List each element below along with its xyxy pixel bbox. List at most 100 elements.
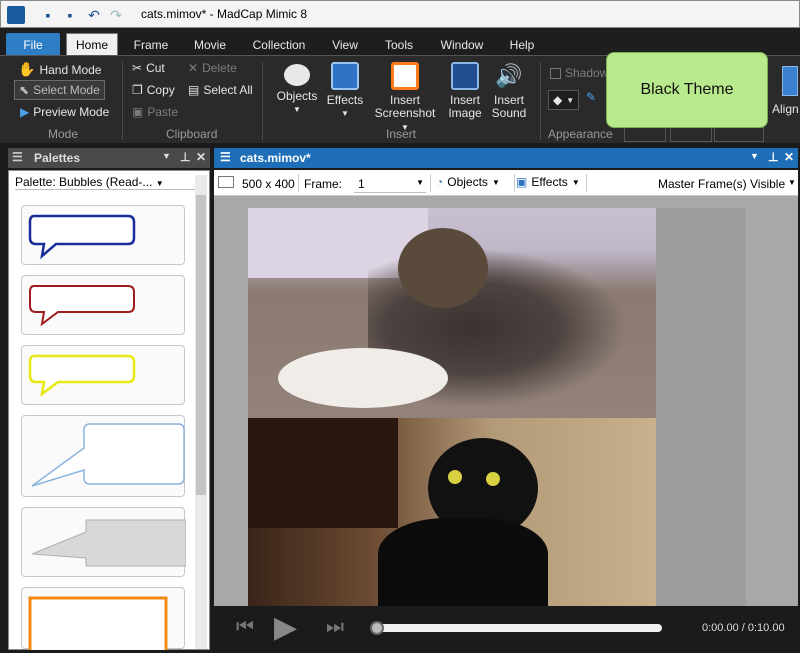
title-bar: ▪ ▪ ↶ ↷ cats.mimov* - MadCap Mimic 8 bbox=[0, 0, 800, 28]
palette-item[interactable] bbox=[21, 205, 185, 265]
black-cat-body bbox=[378, 518, 548, 608]
frame-size[interactable]: 500 x 400 bbox=[242, 177, 295, 191]
cat-belly bbox=[278, 348, 448, 408]
paste-icon: ▣ bbox=[132, 105, 144, 119]
pin-icon[interactable]: ⊥ bbox=[768, 150, 778, 164]
separator bbox=[122, 62, 123, 140]
insert-sound-button[interactable]: 🔊 Insert Sound bbox=[488, 62, 530, 120]
insert-image-button[interactable]: Insert Image bbox=[444, 62, 486, 120]
pin-icon[interactable]: ⊥ bbox=[180, 150, 190, 164]
insert-screenshot-button[interactable]: Insert Screenshot ▼ bbox=[370, 62, 440, 134]
tab-movie[interactable]: Movie bbox=[184, 33, 236, 56]
pen-icon: ✎ bbox=[586, 90, 597, 104]
document-toolbar: 500 x 400 Frame: 1 ▼ ◔ Objects ▼ ▣ Effec… bbox=[214, 170, 798, 196]
chevron-down-icon[interactable]: ▼ bbox=[750, 151, 759, 161]
delete-button[interactable]: ✕ Delete bbox=[188, 61, 237, 75]
image-icon bbox=[451, 62, 479, 90]
shadow-checkbox[interactable]: Shadow bbox=[550, 66, 608, 80]
group-label-insert: Insert bbox=[386, 127, 417, 141]
hand-mode-button[interactable]: ✋ Hand Mode bbox=[18, 61, 101, 78]
document-tab-header: ☰ cats.mimov* ▼ ⊥ ✕ bbox=[214, 148, 798, 168]
paint-bucket-icon: ◆ bbox=[553, 93, 563, 107]
app-icon[interactable] bbox=[7, 6, 25, 24]
hamburger-icon: ☰ bbox=[12, 150, 23, 164]
close-icon[interactable]: ✕ bbox=[784, 150, 794, 164]
chevron-down-icon: ▼ bbox=[155, 179, 164, 188]
tab-home[interactable]: Home bbox=[66, 33, 118, 56]
copy-icon: ❐ bbox=[132, 83, 143, 97]
theme-tooltip: Black Theme bbox=[606, 52, 768, 128]
palette-item[interactable] bbox=[21, 275, 185, 335]
preview-mode-button[interactable]: ▶ Preview Mode bbox=[20, 105, 109, 119]
next-icon[interactable]: ⏭ bbox=[326, 616, 344, 639]
effects-button[interactable]: Effects ▼ bbox=[324, 62, 366, 120]
paste-button[interactable]: ▣ Paste bbox=[132, 105, 178, 119]
close-icon[interactable]: ✕ bbox=[196, 150, 206, 164]
speech-bubble-icon: ◔ bbox=[436, 175, 444, 189]
palette-item[interactable] bbox=[21, 415, 185, 497]
tab-frame[interactable]: Frame bbox=[126, 33, 176, 56]
resize-icon[interactable] bbox=[218, 176, 234, 188]
palettes-panel: Palette: Bubbles (Read-... ▼ bbox=[8, 170, 210, 653]
objects-button[interactable]: Objects ▼ bbox=[272, 62, 322, 116]
palette-item[interactable] bbox=[21, 345, 185, 405]
scroll-thumb[interactable] bbox=[196, 195, 206, 495]
save-all-icon[interactable]: ▪ bbox=[61, 6, 79, 24]
speech-bubble-icon bbox=[284, 64, 310, 86]
timeline-slider[interactable] bbox=[370, 621, 662, 635]
undo-icon[interactable]: ↶ bbox=[85, 6, 103, 24]
save-icon[interactable]: ▪ bbox=[39, 6, 57, 24]
tab-collection[interactable]: Collection bbox=[244, 33, 314, 56]
chevron-down-icon[interactable]: ▼ bbox=[788, 178, 796, 187]
master-frame-toggle[interactable]: Master Frame(s) Visible bbox=[658, 177, 785, 191]
palette-item[interactable] bbox=[21, 587, 185, 653]
tab-window[interactable]: Window bbox=[432, 33, 492, 56]
tab-file[interactable]: File bbox=[6, 33, 60, 56]
fill-color-button[interactable]: ◆ ▼ bbox=[548, 90, 580, 110]
select-all-button[interactable]: ▤ Select All bbox=[188, 83, 253, 97]
objects-dropdown[interactable]: ◔ Objects ▼ bbox=[436, 175, 500, 189]
timeline-thumb[interactable] bbox=[370, 621, 384, 635]
chevron-down-icon: ▼ bbox=[571, 177, 580, 187]
group-label-appearance: Appearance bbox=[548, 127, 613, 141]
frame-canvas[interactable] bbox=[214, 196, 798, 608]
cut-button[interactable]: ✂ Cut bbox=[132, 61, 165, 75]
align-button[interactable]: Align bbox=[772, 102, 799, 116]
previous-icon[interactable]: ⏮ bbox=[236, 616, 254, 639]
tab-view[interactable]: View bbox=[324, 33, 366, 56]
frame-select[interactable]: 1 ▼ bbox=[354, 173, 426, 193]
play-small-icon: ▶ bbox=[20, 105, 30, 119]
screenshot-icon bbox=[391, 62, 419, 90]
hand-icon: ✋ bbox=[18, 61, 36, 77]
play-icon[interactable]: ▶ bbox=[274, 610, 297, 645]
palette-item[interactable] bbox=[21, 507, 187, 577]
chevron-down-icon[interactable]: ▼ bbox=[162, 151, 171, 161]
tab-help[interactable]: Help bbox=[502, 33, 542, 56]
separator bbox=[540, 62, 541, 140]
cat-eye bbox=[486, 472, 500, 486]
effects-dropdown[interactable]: ▣ Effects ▼ bbox=[516, 175, 580, 189]
document-title[interactable]: cats.mimov* bbox=[240, 151, 311, 165]
copy-button[interactable]: ❐ Copy bbox=[132, 83, 175, 97]
cat-photo-bottom[interactable] bbox=[248, 418, 656, 608]
palette-dropdown[interactable]: Palette: Bubbles (Read-... ▼ bbox=[15, 175, 199, 190]
line-color-button[interactable]: ✎ bbox=[586, 90, 596, 104]
separator bbox=[262, 62, 263, 140]
tab-tools[interactable]: Tools bbox=[376, 33, 422, 56]
palette-scrollbar[interactable] bbox=[195, 175, 207, 649]
select-mode-button[interactable]: ⬉ Select Mode bbox=[14, 80, 105, 100]
redo-icon[interactable]: ↷ bbox=[107, 6, 125, 24]
rectangle-orange bbox=[28, 596, 168, 653]
speech-bubble-red bbox=[29, 285, 135, 327]
scissors-icon: ✂ bbox=[132, 61, 143, 75]
cat-photo-top[interactable] bbox=[248, 208, 656, 418]
speech-bubble-light-blue bbox=[31, 423, 185, 487]
chevron-down-icon: ▼ bbox=[416, 178, 424, 187]
chevron-down-icon: ▼ bbox=[341, 109, 349, 118]
time-display: 0:00.00 / 0:10.00 bbox=[702, 622, 785, 634]
chevron-down-icon: ▼ bbox=[491, 177, 500, 187]
delete-icon: ✕ bbox=[188, 61, 199, 75]
align-icon[interactable] bbox=[782, 66, 798, 96]
effects-icon bbox=[331, 62, 359, 90]
group-label-mode: Mode bbox=[48, 127, 79, 141]
